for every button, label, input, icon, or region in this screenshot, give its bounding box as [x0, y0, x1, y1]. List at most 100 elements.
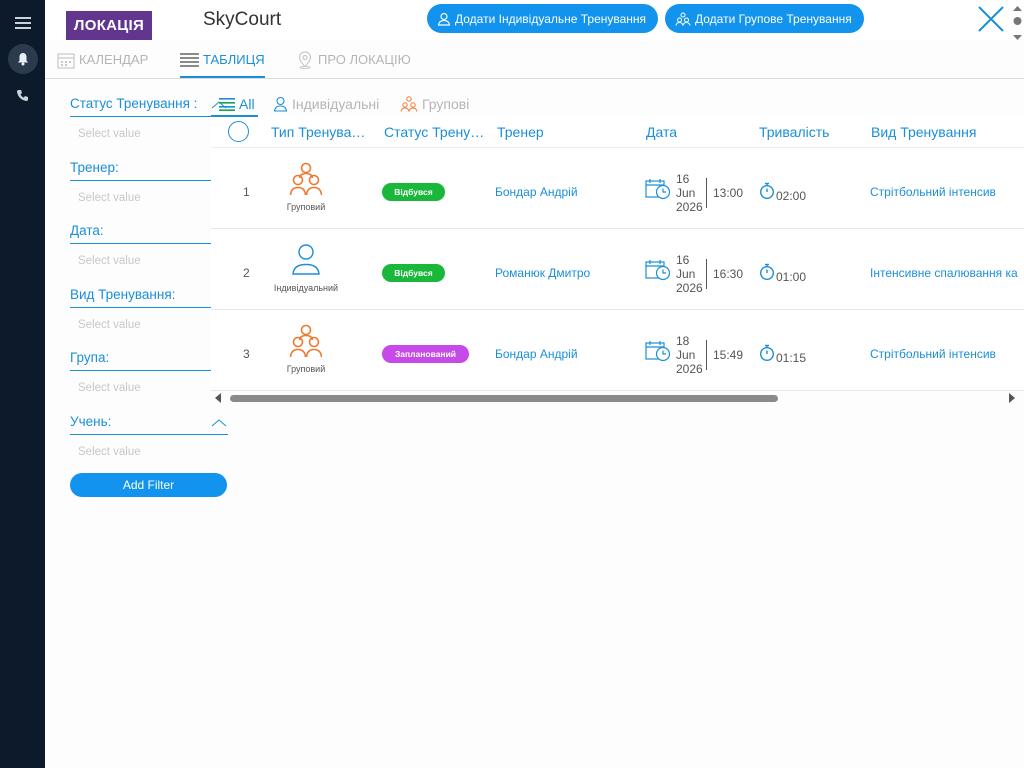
date-month: Jun — [676, 186, 696, 200]
bell-icon[interactable] — [8, 44, 38, 74]
filter-select[interactable]: Select value — [70, 117, 228, 153]
subtab-all[interactable]: All — [219, 92, 255, 116]
list-icon — [180, 53, 199, 67]
trainer-link[interactable]: Бондар Андрій — [495, 185, 578, 199]
row-number: 2 — [243, 266, 250, 280]
date-day: 18 — [676, 334, 690, 348]
training-kind-link[interactable]: Стрітбольний інтенсив — [870, 347, 996, 361]
menu-icon[interactable] — [0, 7, 45, 39]
filter-label: Дата: — [70, 223, 104, 238]
filter-panel: Статус Тренування : Select value Тренер:… — [70, 90, 228, 471]
column-trainer[interactable]: Тренер — [497, 124, 544, 140]
scroll-right-icon[interactable] — [1008, 393, 1016, 403]
status-badge: Відбувся — [382, 183, 445, 201]
date-day: 16 — [676, 253, 690, 267]
stopwatch-icon — [760, 182, 774, 199]
filter-trainer: Тренер: Select value — [70, 154, 228, 218]
column-duration[interactable]: Тривалість — [759, 124, 829, 140]
tab-table-label: ТАБЛИЦЯ — [203, 52, 265, 67]
add-filter-button[interactable]: Add Filter — [70, 473, 227, 497]
status-badge: Відбувся — [382, 264, 445, 282]
trainer-link[interactable]: Бондар Андрій — [495, 347, 578, 361]
training-kind-link[interactable]: Стрітбольний інтенсив — [870, 185, 996, 199]
column-status[interactable]: Статус Трену… — [384, 124, 484, 140]
tab-calendar-label: КАЛЕНДАР — [79, 52, 149, 67]
column-kind[interactable]: Вид Тренування — [871, 124, 976, 140]
chevron-up-icon[interactable] — [211, 418, 227, 427]
page-title: SkyCourt — [203, 9, 282, 30]
training-type-label: Груповий — [286, 364, 326, 374]
calendar-clock-icon — [645, 260, 671, 281]
filter-student-header[interactable]: Учень: — [70, 408, 228, 435]
date-value: 16 Jun 2026 — [676, 172, 703, 214]
left-rail — [0, 0, 45, 768]
date-divider — [706, 259, 707, 289]
date-year: 2026 — [676, 362, 703, 376]
subtab-individual[interactable]: Індивідуальні — [273, 92, 379, 116]
tab-calendar[interactable]: КАЛЕНДАР — [57, 52, 148, 78]
time-value: 15:49 — [713, 348, 744, 362]
training-kind-link[interactable]: Інтенсивне спалювання ка — [870, 266, 1018, 280]
add-individual-training-button[interactable]: Додати Індивідуальне Тренування — [427, 4, 659, 33]
table-horizontal-scrollbar[interactable] — [211, 391, 1024, 403]
page-scrollbar[interactable] — [1011, 4, 1024, 44]
filter-select[interactable]: Select value — [70, 244, 228, 280]
subtab-individual-label: Індивідуальні — [292, 96, 380, 112]
date-value: 16 Jun 2026 — [676, 253, 703, 295]
training-type: Груповий — [266, 162, 346, 212]
scrollbar-thumb[interactable] — [230, 395, 778, 402]
filter-group-header[interactable]: Група: — [70, 344, 228, 371]
location-badge[interactable]: ЛОКАЦІЯ — [66, 11, 152, 40]
duration-value: 01:15 — [776, 351, 807, 365]
filter-select[interactable]: Select value — [70, 435, 228, 471]
close-icon[interactable] — [975, 3, 1007, 35]
filter-status: Статус Тренування : Select value — [70, 90, 228, 154]
calendar-clock-icon — [645, 341, 671, 362]
table-row[interactable]: 3 Груповий Запланований Бондар Андрій 18… — [211, 310, 1024, 391]
training-type: Груповий — [266, 324, 346, 374]
filter-select[interactable]: Select value — [70, 308, 228, 344]
filter-label: Статус Тренування : — [70, 96, 198, 111]
filter-trainer-header[interactable]: Тренер: — [70, 154, 228, 181]
date-month: Jun — [676, 267, 696, 281]
filter-student: Учень: Select value — [70, 408, 228, 472]
filter-select[interactable]: Select value — [70, 181, 228, 217]
subtab-group[interactable]: Групові — [400, 92, 469, 116]
group-icon — [400, 96, 418, 112]
person-icon — [437, 12, 451, 26]
duration-value: 01:00 — [776, 270, 807, 284]
table-row[interactable]: 1 Груповий Відбувся Бондар Андрій 16 Jun 2… — [211, 148, 1024, 229]
filter-label: Група: — [70, 350, 110, 365]
date-year: 2026 — [676, 281, 703, 295]
training-type-label: Індивідуальний — [273, 283, 339, 293]
list-icon — [219, 98, 235, 111]
tab-table[interactable]: ТАБЛИЦЯ — [180, 52, 265, 78]
column-date[interactable]: Дата — [646, 124, 677, 140]
add-group-training-button[interactable]: Додати Групове Тренування — [665, 4, 864, 33]
column-type[interactable]: Тип Тренува… — [271, 124, 365, 140]
tab-about-label: ПРО ЛОКАЦІЮ — [318, 52, 411, 67]
filter-date-header[interactable]: Дата: — [70, 217, 228, 244]
date-month: Jun — [676, 348, 696, 362]
table-header: Тип Тренува… Статус Трену… Тренер Дата Т… — [211, 117, 1024, 147]
training-type: Індивідуальний — [266, 243, 346, 293]
filter-label: Вид Тренування: — [70, 286, 176, 302]
date-value: 18 Jun 2026 — [676, 334, 703, 376]
filter-status-header[interactable]: Статус Тренування : — [70, 90, 228, 117]
date-divider — [706, 340, 707, 370]
tab-about-location[interactable]: ПРО ЛОКАЦІЮ — [296, 51, 411, 78]
filter-label: Учень: — [70, 413, 112, 429]
person-icon — [273, 96, 288, 112]
training-type-tabs: All Індивідуальні Групові — [211, 89, 1024, 117]
phone-icon[interactable] — [0, 79, 45, 111]
trainer-link[interactable]: Романюк Дмитро — [495, 266, 590, 280]
scroll-left-icon[interactable] — [214, 393, 222, 403]
person-icon — [292, 244, 320, 275]
filter-select[interactable]: Select value — [70, 371, 228, 407]
subtab-all-label: All — [239, 96, 255, 112]
select-all-checkbox[interactable] — [228, 121, 249, 142]
filter-kind: Вид Тренування: Select value — [70, 281, 228, 345]
table-row[interactable]: 2 Індивідуальний Відбувся Романюк Дмитро… — [211, 229, 1024, 310]
filter-kind-header[interactable]: Вид Тренування: — [70, 281, 228, 308]
trainings-table: Тип Тренува… Статус Трену… Тренер Дата Т… — [211, 117, 1024, 393]
